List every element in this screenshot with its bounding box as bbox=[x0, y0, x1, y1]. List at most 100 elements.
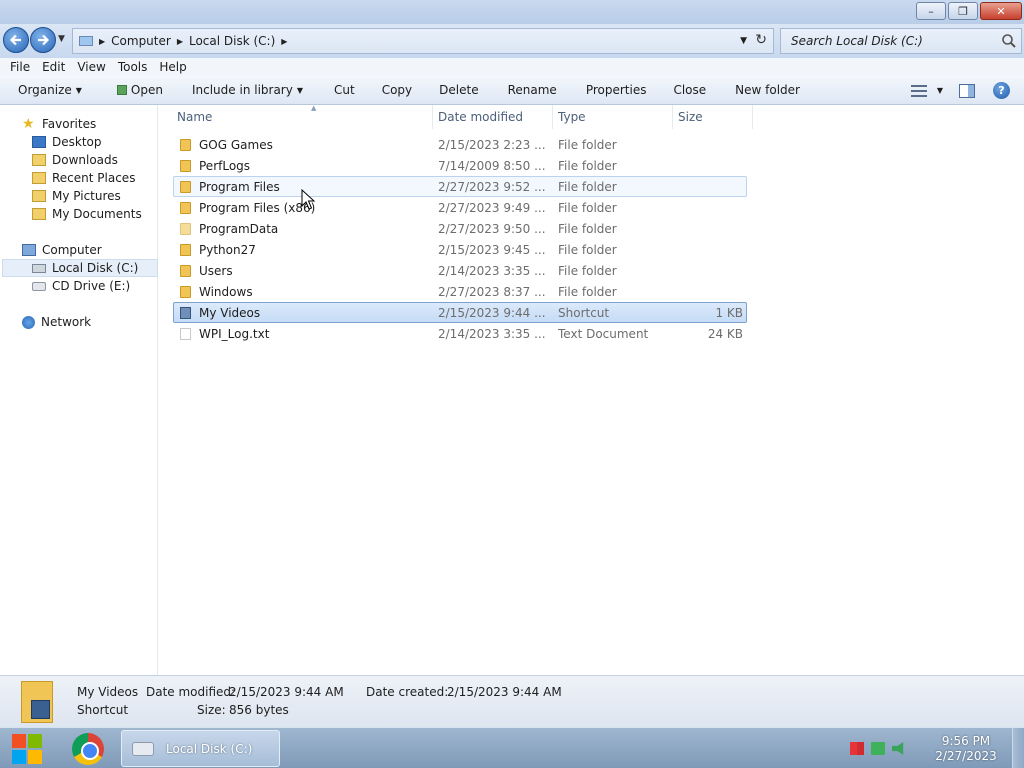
maximize-button[interactable]: ❐ bbox=[948, 2, 978, 20]
search-icon[interactable] bbox=[1001, 33, 1017, 49]
column-header-date[interactable]: Date modified bbox=[433, 105, 553, 129]
rename-button[interactable]: Rename bbox=[490, 83, 568, 97]
help-icon[interactable]: ? bbox=[993, 82, 1010, 99]
open-button[interactable]: Open bbox=[93, 83, 174, 97]
delete-button[interactable]: Delete bbox=[423, 83, 489, 97]
desktop-icon bbox=[32, 136, 46, 148]
shortcut-icon bbox=[180, 307, 191, 319]
folder-icon bbox=[180, 265, 191, 277]
open-label: Open bbox=[130, 83, 163, 97]
nav-recent-places[interactable]: Recent Places bbox=[32, 169, 135, 187]
file-name: PerfLogs bbox=[199, 158, 251, 173]
text-file-icon bbox=[180, 328, 191, 340]
menu-help[interactable]: Help bbox=[153, 60, 192, 74]
file-type: File folder bbox=[558, 179, 617, 194]
network-status-icon[interactable] bbox=[871, 742, 885, 755]
address-row: ▼ ▶ Computer ▶ Local Disk (C:) ▶ ▼ ↻ Sea… bbox=[0, 24, 1024, 58]
menu-edit[interactable]: Edit bbox=[36, 60, 71, 74]
nav-cd-drive[interactable]: CD Drive (E:) bbox=[32, 277, 130, 295]
breadcrumb-computer[interactable]: Computer bbox=[111, 34, 171, 48]
search-input[interactable]: Search Local Disk (C:) bbox=[780, 28, 1022, 54]
view-controls: ▼ ? bbox=[910, 76, 1024, 105]
nav-label: Computer bbox=[42, 243, 102, 257]
file-name: ProgramData bbox=[199, 221, 279, 236]
breadcrumb-local-disk[interactable]: Local Disk (C:) bbox=[189, 34, 275, 48]
menu-tools[interactable]: Tools bbox=[112, 60, 154, 74]
folder-icon bbox=[180, 244, 191, 256]
preview-pane-icon[interactable] bbox=[959, 83, 975, 98]
file-type: File folder bbox=[558, 137, 617, 152]
details-size-label: Size: bbox=[197, 703, 226, 717]
open-icon bbox=[116, 85, 127, 95]
recent-places-icon bbox=[32, 172, 46, 184]
search-placeholder: Search Local Disk (C:) bbox=[791, 34, 923, 48]
close-window-button[interactable]: ✕ bbox=[980, 2, 1022, 20]
file-type: Text Document bbox=[558, 326, 649, 341]
menu-file[interactable]: File bbox=[4, 60, 36, 74]
file-row-my-videos[interactable]: My Videos 2/15/2023 9:44 ... Shortcut 1 … bbox=[173, 302, 747, 323]
file-list: Name ▲ Date modified Type Size GOG Games… bbox=[159, 104, 1024, 675]
folder-icon bbox=[180, 181, 191, 193]
file-row-gog-games[interactable]: GOG Games 2/15/2023 2:23 ... File folder bbox=[173, 134, 747, 155]
address-bar[interactable]: ▶ Computer ▶ Local Disk (C:) ▶ ▼ ↻ bbox=[72, 28, 774, 54]
column-header-type[interactable]: Type bbox=[553, 105, 673, 129]
properties-button[interactable]: Properties bbox=[568, 83, 658, 97]
file-type: File folder bbox=[558, 221, 617, 236]
file-row-program-files-x86[interactable]: Program Files (x86) 2/27/2023 9:49 ... F… bbox=[173, 197, 747, 218]
view-options-icon[interactable] bbox=[910, 84, 927, 97]
chevron-right-icon[interactable]: ▶ bbox=[281, 37, 287, 46]
back-button[interactable] bbox=[3, 27, 29, 53]
forward-button[interactable] bbox=[30, 27, 56, 53]
column-header-size[interactable]: Size bbox=[673, 105, 753, 129]
file-name: GOG Games bbox=[199, 137, 273, 152]
file-type: File folder bbox=[558, 158, 617, 173]
chevron-down-icon[interactable]: ▼ bbox=[937, 86, 943, 95]
clock[interactable]: 9:56 PM 2/27/2023 bbox=[926, 734, 1006, 764]
organize-button[interactable]: Organize ▼ bbox=[0, 83, 93, 97]
file-row-windows[interactable]: Windows 2/27/2023 8:37 ... File folder bbox=[173, 281, 747, 302]
nav-downloads[interactable]: Downloads bbox=[32, 151, 118, 169]
nav-local-disk[interactable]: Local Disk (C:) bbox=[2, 259, 158, 277]
new-folder-button[interactable]: New folder bbox=[717, 83, 811, 97]
chrome-icon[interactable] bbox=[72, 733, 104, 765]
nav-my-documents[interactable]: My Documents bbox=[32, 205, 142, 223]
nav-favorites[interactable]: ★ Favorites bbox=[22, 115, 96, 133]
organize-label: Organize bbox=[18, 83, 72, 97]
file-type: Shortcut bbox=[558, 305, 610, 320]
menu-view[interactable]: View bbox=[71, 60, 111, 74]
nav-network[interactable]: Network bbox=[22, 313, 91, 331]
file-type: File folder bbox=[558, 242, 617, 257]
chevron-right-icon[interactable]: ▶ bbox=[177, 37, 183, 46]
chevron-right-icon[interactable]: ▶ bbox=[99, 37, 105, 46]
file-date: 2/27/2023 8:37 ... bbox=[438, 284, 546, 299]
file-row-users[interactable]: Users 2/14/2023 3:35 ... File folder bbox=[173, 260, 747, 281]
include-in-library-button[interactable]: Include in library ▼ bbox=[174, 83, 314, 97]
copy-button[interactable]: Copy bbox=[366, 83, 423, 97]
recent-pages-dropdown-icon[interactable]: ▼ bbox=[58, 34, 65, 44]
minimize-button[interactable]: – bbox=[916, 2, 946, 20]
start-button[interactable] bbox=[6, 731, 48, 767]
column-header-name[interactable]: Name ▲ bbox=[173, 104, 433, 129]
nav-computer[interactable]: Computer bbox=[22, 241, 102, 259]
show-desktop-button[interactable] bbox=[1012, 728, 1024, 768]
details-date-created: 2/15/2023 9:44 AM bbox=[447, 685, 562, 699]
file-type: File folder bbox=[558, 200, 617, 215]
nav-desktop[interactable]: Desktop bbox=[32, 133, 102, 151]
file-date: 2/27/2023 9:49 ... bbox=[438, 200, 546, 215]
volume-icon[interactable] bbox=[892, 742, 904, 755]
file-row-perflogs[interactable]: PerfLogs 7/14/2009 8:50 ... File folder bbox=[173, 155, 747, 176]
address-dropdown-icon[interactable]: ▼ bbox=[740, 36, 747, 46]
file-row-program-files[interactable]: Program Files 2/27/2023 9:52 ... File fo… bbox=[173, 176, 747, 197]
file-row-python27[interactable]: Python27 2/15/2023 9:45 ... File folder bbox=[173, 239, 747, 260]
folder-icon bbox=[180, 160, 191, 172]
file-size: 24 KB bbox=[707, 326, 743, 341]
cut-button[interactable]: Cut bbox=[314, 83, 366, 97]
nav-my-pictures[interactable]: My Pictures bbox=[32, 187, 121, 205]
close-button[interactable]: Close bbox=[657, 83, 717, 97]
file-row-programdata[interactable]: ProgramData 2/27/2023 9:50 ... File fold… bbox=[173, 218, 747, 239]
action-center-flag-icon[interactable] bbox=[850, 742, 864, 755]
file-row-wpi-log[interactable]: WPI_Log.txt 2/14/2023 3:35 ... Text Docu… bbox=[173, 323, 747, 344]
refresh-icon[interactable]: ↻ bbox=[755, 32, 767, 48]
folder-icon bbox=[180, 223, 191, 235]
taskbar-explorer-button[interactable]: Local Disk (C:) bbox=[121, 730, 280, 767]
